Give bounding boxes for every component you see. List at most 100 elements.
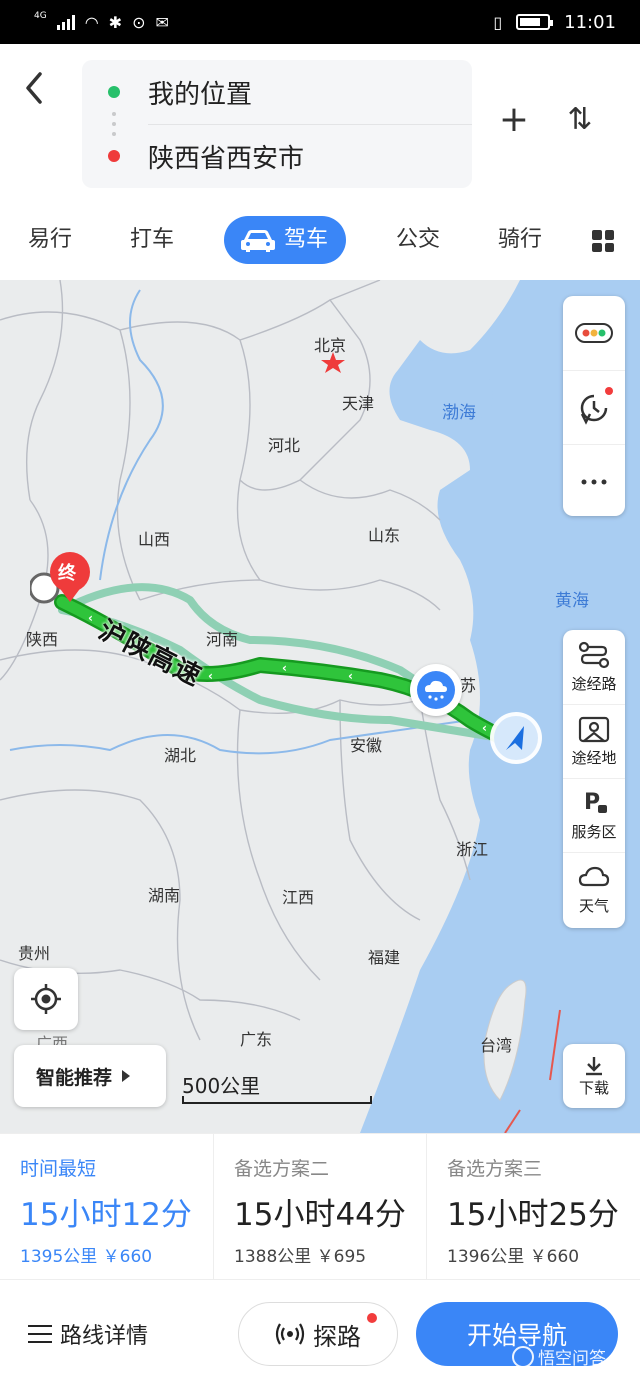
route-option-3[interactable]: 备选方案三 15小时25分 1396公里 ￥660 bbox=[426, 1134, 639, 1279]
signal-icon bbox=[56, 14, 75, 30]
route-option-cost: ￥660 bbox=[529, 1247, 580, 1267]
mail-icon: ✉ bbox=[155, 12, 169, 32]
map-label-taiwan: 台湾 bbox=[480, 1036, 513, 1055]
route-details-button[interactable]: 路线详情 bbox=[28, 1316, 148, 1352]
origin-dot-icon bbox=[108, 86, 120, 98]
route-option-distance: 1396公里 bbox=[447, 1247, 525, 1267]
route-path-icon bbox=[578, 641, 610, 668]
route-option-name: 备选方案二 bbox=[234, 1158, 330, 1180]
ellipsis-icon bbox=[581, 479, 607, 484]
destination-dot-icon bbox=[108, 150, 120, 162]
service-area-button[interactable]: P 服务区 bbox=[563, 778, 625, 852]
route-endpoints: 我的位置 陕西省西安市 bbox=[82, 60, 472, 188]
broadcast-icon bbox=[275, 1323, 305, 1345]
tab-bus[interactable]: 公交 bbox=[396, 216, 440, 264]
svg-text:‹: ‹ bbox=[282, 661, 287, 675]
svg-text:P: P bbox=[584, 790, 600, 815]
route-option-meta: 1388公里 ￥695 bbox=[234, 1242, 426, 1267]
svg-text:‹: ‹ bbox=[482, 721, 487, 735]
tab-drive[interactable]: 驾车 bbox=[224, 216, 347, 264]
back-button[interactable] bbox=[22, 70, 58, 110]
more-modes-grid-icon[interactable] bbox=[592, 230, 614, 252]
clock: 11:01 bbox=[564, 11, 616, 33]
explore-button[interactable]: 探路 bbox=[238, 1302, 398, 1366]
vibrate-icon: ▯ bbox=[493, 12, 503, 32]
map-label-tianjin: 天津 bbox=[342, 394, 375, 413]
route-option-name: 时间最短 bbox=[20, 1158, 97, 1180]
origin-input[interactable]: 我的位置 bbox=[148, 74, 252, 111]
map-label-shandong: 山东 bbox=[368, 526, 401, 545]
map-label-anhui: 安徽 bbox=[350, 736, 383, 755]
route-option-meta: 1396公里 ￥660 bbox=[447, 1242, 639, 1267]
route-option-time: 15小时12分 bbox=[20, 1197, 192, 1233]
weather-button[interactable]: 天气 bbox=[563, 852, 625, 926]
battery-icon bbox=[516, 14, 554, 30]
map-marker-icon bbox=[578, 716, 610, 743]
map-label-fujian: 福建 bbox=[368, 948, 401, 967]
via-place-button[interactable]: 途经地 bbox=[563, 704, 625, 778]
tab-bike[interactable]: 骑行 bbox=[498, 216, 542, 264]
route-option-name: 备选方案三 bbox=[447, 1158, 543, 1180]
plus-icon: + bbox=[498, 99, 530, 140]
weather-label: 天气 bbox=[578, 897, 609, 915]
bluetooth-icon: ✱ bbox=[108, 12, 123, 32]
destination-pin[interactable]: 终 bbox=[30, 552, 90, 624]
traffic-light-icon bbox=[575, 323, 613, 343]
destination-pin-label: 终 bbox=[58, 563, 76, 584]
map-label-yellow-sea: 黄海 bbox=[555, 591, 589, 611]
add-stop-button[interactable]: + bbox=[494, 100, 534, 140]
tab-drive-label: 驾车 bbox=[284, 227, 329, 252]
route-option-distance: 1388公里 bbox=[234, 1247, 312, 1267]
map-label-shanxi: 山西 bbox=[138, 530, 171, 549]
download-button[interactable]: 下载 bbox=[563, 1044, 625, 1108]
map-label-beijing: 北京 bbox=[314, 336, 347, 355]
download-icon bbox=[586, 1056, 602, 1075]
route-option-time: 15小时44分 bbox=[234, 1197, 406, 1233]
map-label-hubei: 湖北 bbox=[164, 746, 197, 765]
route-option-time: 15小时25分 bbox=[447, 1197, 619, 1233]
route-option-1[interactable]: 时间最短 15小时12分 1395公里 ￥660 bbox=[0, 1134, 213, 1279]
future-traffic-button[interactable] bbox=[563, 370, 625, 444]
location-icon: ⊙ bbox=[132, 12, 146, 32]
network-type: 4G bbox=[34, 10, 47, 21]
map-layer-controls bbox=[563, 296, 625, 516]
route-header: 我的位置 陕西省西安市 + ⇅ bbox=[0, 44, 640, 204]
map-scale: 500公里 bbox=[182, 1070, 372, 1104]
parking-cup-icon: P bbox=[584, 790, 607, 815]
via-place-label: 途经地 bbox=[571, 749, 617, 767]
destination-input[interactable]: 陕西省西安市 bbox=[148, 138, 304, 175]
weather-marker[interactable] bbox=[410, 664, 462, 716]
snow-cloud-icon bbox=[417, 671, 455, 709]
tab-taxi[interactable]: 打车 bbox=[130, 216, 174, 264]
more-options-button[interactable] bbox=[563, 444, 625, 518]
route-option-2[interactable]: 备选方案二 15小时44分 1388公里 ￥695 bbox=[213, 1134, 426, 1279]
map-label-hunan: 湖南 bbox=[148, 886, 181, 905]
locate-me-button[interactable] bbox=[14, 968, 78, 1030]
traffic-toggle[interactable] bbox=[563, 296, 625, 370]
map-label-guizhou: 贵州 bbox=[18, 944, 51, 963]
map-label-hebei: 河北 bbox=[268, 436, 301, 455]
watermark: 悟空问答 bbox=[512, 1344, 606, 1369]
route-tools-panel: 途经路 途经地 P 服务区 天气 bbox=[563, 630, 625, 928]
download-label: 下载 bbox=[578, 1078, 609, 1097]
svg-text:‹: ‹ bbox=[348, 669, 353, 683]
car-icon bbox=[241, 230, 275, 252]
swap-icon: ⇅ bbox=[567, 102, 593, 137]
smart-recommend-label: 智能推荐 bbox=[36, 1066, 113, 1089]
origin-row[interactable]: 我的位置 bbox=[82, 60, 472, 124]
travel-mode-tabs: 易行 打车 驾车 公交 骑行 bbox=[0, 204, 640, 280]
map-view[interactable]: ‹‹ ‹‹ ‹‹ ‹ 北京 天津 渤海 河北 山西 山东 黄海 陕西 河南 苏 … bbox=[0, 280, 640, 1133]
tab-easy-travel[interactable]: 易行 bbox=[28, 216, 72, 264]
map-label-shaanxi: 陕西 bbox=[26, 630, 59, 649]
map-label-guangdong: 广东 bbox=[240, 1030, 273, 1049]
map-label-jiangsu: 苏 bbox=[460, 676, 477, 695]
crosshair-icon bbox=[31, 984, 61, 1014]
destination-row[interactable]: 陕西省西安市 bbox=[82, 124, 472, 188]
smart-recommend-button[interactable]: 智能推荐 bbox=[14, 1045, 166, 1107]
via-route-button[interactable]: 途经路 bbox=[563, 630, 625, 704]
chevron-left-icon bbox=[26, 72, 42, 104]
map-label-zhejiang: 浙江 bbox=[456, 840, 489, 859]
swap-button[interactable]: ⇅ bbox=[560, 100, 600, 140]
watermark-label: 悟空问答 bbox=[538, 1349, 606, 1369]
cloud-icon bbox=[578, 866, 610, 887]
